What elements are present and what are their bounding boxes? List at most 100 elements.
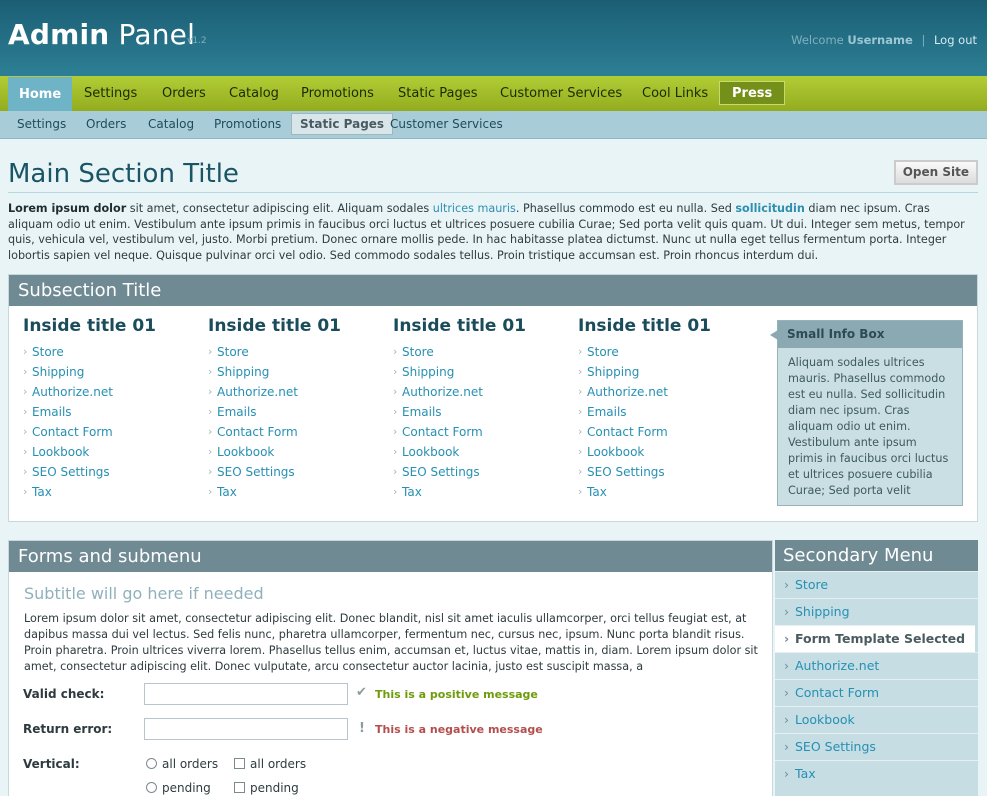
column-link[interactable]: Tax (393, 483, 573, 503)
nav-customer-services[interactable]: Customer Services (500, 76, 622, 111)
header: Admin Panel v1.2 Welcome Username | Log … (0, 0, 987, 76)
column-link[interactable]: Shipping (208, 363, 388, 383)
secondary-item-shipping[interactable]: Shipping (775, 598, 978, 625)
page-title: Main Section Title (8, 159, 239, 189)
radio-button[interactable] (146, 782, 157, 793)
subsection-title: Subsection Title (9, 275, 977, 306)
return-error-input[interactable] (144, 718, 348, 740)
nav-promotions[interactable]: Promotions (301, 76, 374, 111)
subsection-box: Subsection Title Inside title 01 Store S… (8, 274, 978, 522)
column-link[interactable]: Emails (208, 403, 388, 423)
column-link[interactable]: Store (393, 343, 573, 363)
column-link[interactable]: SEO Settings (208, 463, 388, 483)
logout-link[interactable]: Log out (934, 33, 977, 47)
forms-subtitle: Subtitle will go here if needed (24, 584, 264, 603)
vertical-label: Vertical: (23, 757, 80, 771)
nav-static-pages[interactable]: Static Pages (398, 76, 478, 111)
secondary-item-authorize[interactable]: Authorize.net (775, 652, 978, 679)
column-link[interactable]: Contact Form (208, 423, 388, 443)
column-link[interactable]: Shipping (23, 363, 203, 383)
secondary-item-contact-form[interactable]: Contact Form (775, 679, 978, 706)
column-title: Inside title 01 (578, 316, 712, 336)
column-link[interactable]: Shipping (393, 363, 573, 383)
column-link[interactable]: Emails (393, 403, 573, 423)
secondary-menu: Secondary Menu Store Shipping Form Templ… (775, 540, 978, 796)
link-column: Inside title 01 Store Shipping Authorize… (393, 316, 573, 503)
link-column: Inside title 01 Store Shipping Authorize… (23, 316, 203, 503)
nav-cool-links[interactable]: Cool Links (642, 76, 708, 111)
column-link[interactable]: Emails (23, 403, 203, 423)
secondary-item-tax[interactable]: Tax (775, 760, 978, 787)
warning-icon: ! (359, 721, 365, 736)
column-link[interactable]: Lookbook (578, 443, 758, 463)
column-link[interactable]: Lookbook (393, 443, 573, 463)
subnav-orders[interactable]: Orders (86, 111, 126, 138)
column-link[interactable]: Authorize.net (208, 383, 388, 403)
column-link[interactable]: Authorize.net (23, 383, 203, 403)
sub-nav: Settings Orders Catalog Promotions Stati… (0, 111, 987, 139)
column-title: Inside title 01 (393, 316, 527, 336)
negative-message: This is a negative message (375, 723, 543, 736)
app-title: Admin Panel (8, 18, 196, 51)
divider (8, 192, 978, 193)
column-link[interactable]: Tax (208, 483, 388, 503)
main-nav: Home Settings Orders Catalog Promotions … (0, 76, 987, 111)
checkbox-option[interactable]: all orders (234, 757, 306, 771)
user-box: Welcome Username | Log out (791, 33, 977, 47)
secondary-item-seo-settings[interactable]: SEO Settings (775, 733, 978, 760)
checkbox[interactable] (234, 782, 245, 793)
open-site-button[interactable]: Open Site (893, 160, 978, 185)
column-link[interactable]: Tax (23, 483, 203, 503)
column-link[interactable]: Authorize.net (393, 383, 573, 403)
link-column: Inside title 01 Store Shipping Authorize… (208, 316, 388, 503)
checkbox[interactable] (234, 758, 245, 769)
radio-option[interactable]: pending (146, 781, 211, 795)
intro-paragraph: Lorem ipsum dolor sit amet, consectetur … (8, 202, 965, 262)
version-label: v1.2 (187, 36, 207, 46)
nav-settings[interactable]: Settings (84, 76, 137, 111)
column-link[interactable]: SEO Settings (578, 463, 758, 483)
check-icon: ✔ (356, 685, 367, 700)
secondary-item-form-template[interactable]: Form Template Selected (775, 625, 975, 652)
column-link[interactable]: Lookbook (23, 443, 203, 463)
intro-link[interactable]: ultrices mauris (433, 202, 516, 215)
forms-title: Forms and submenu (9, 541, 772, 572)
valid-check-label: Valid check: (23, 687, 105, 701)
column-link[interactable]: Contact Form (393, 423, 573, 443)
subnav-static-pages[interactable]: Static Pages (291, 113, 394, 135)
secondary-item-lookbook[interactable]: Lookbook (775, 706, 978, 733)
intro-link-bold[interactable]: sollicitudin (735, 202, 804, 215)
column-link[interactable]: Shipping (578, 363, 758, 383)
forms-paragraph: Lorem ipsum dolor sit amet, consectetur … (24, 612, 758, 673)
column-link[interactable]: Store (23, 343, 203, 363)
nav-press[interactable]: Press (719, 81, 786, 105)
column-link[interactable]: SEO Settings (23, 463, 203, 483)
column-link[interactable]: Authorize.net (578, 383, 758, 403)
valid-check-input[interactable] (144, 683, 348, 705)
nav-orders[interactable]: Orders (162, 76, 206, 111)
radio-option[interactable]: all orders (146, 757, 218, 771)
subnav-customer-services[interactable]: Customer Services (390, 111, 503, 138)
link-column: Inside title 01 Store Shipping Authorize… (578, 316, 758, 503)
subnav-catalog[interactable]: Catalog (148, 111, 194, 138)
radio-button[interactable] (146, 758, 157, 769)
secondary-menu-title: Secondary Menu (775, 540, 978, 571)
return-error-label: Return error: (23, 722, 113, 736)
column-link[interactable]: Store (208, 343, 388, 363)
nav-home[interactable]: Home (8, 77, 73, 111)
info-box-title: Small Info Box (770, 321, 962, 348)
username-link[interactable]: Username (847, 33, 912, 47)
column-link[interactable]: Contact Form (578, 423, 758, 443)
column-link[interactable]: Emails (578, 403, 758, 423)
column-title: Inside title 01 (208, 316, 342, 336)
secondary-item-store[interactable]: Store (775, 571, 978, 598)
column-link[interactable]: Store (578, 343, 758, 363)
column-link[interactable]: Tax (578, 483, 758, 503)
subnav-promotions[interactable]: Promotions (214, 111, 281, 138)
nav-catalog[interactable]: Catalog (229, 76, 279, 111)
column-link[interactable]: SEO Settings (393, 463, 573, 483)
checkbox-option[interactable]: pending (234, 781, 299, 795)
column-link[interactable]: Lookbook (208, 443, 388, 463)
subnav-settings[interactable]: Settings (17, 111, 66, 138)
column-link[interactable]: Contact Form (23, 423, 203, 443)
